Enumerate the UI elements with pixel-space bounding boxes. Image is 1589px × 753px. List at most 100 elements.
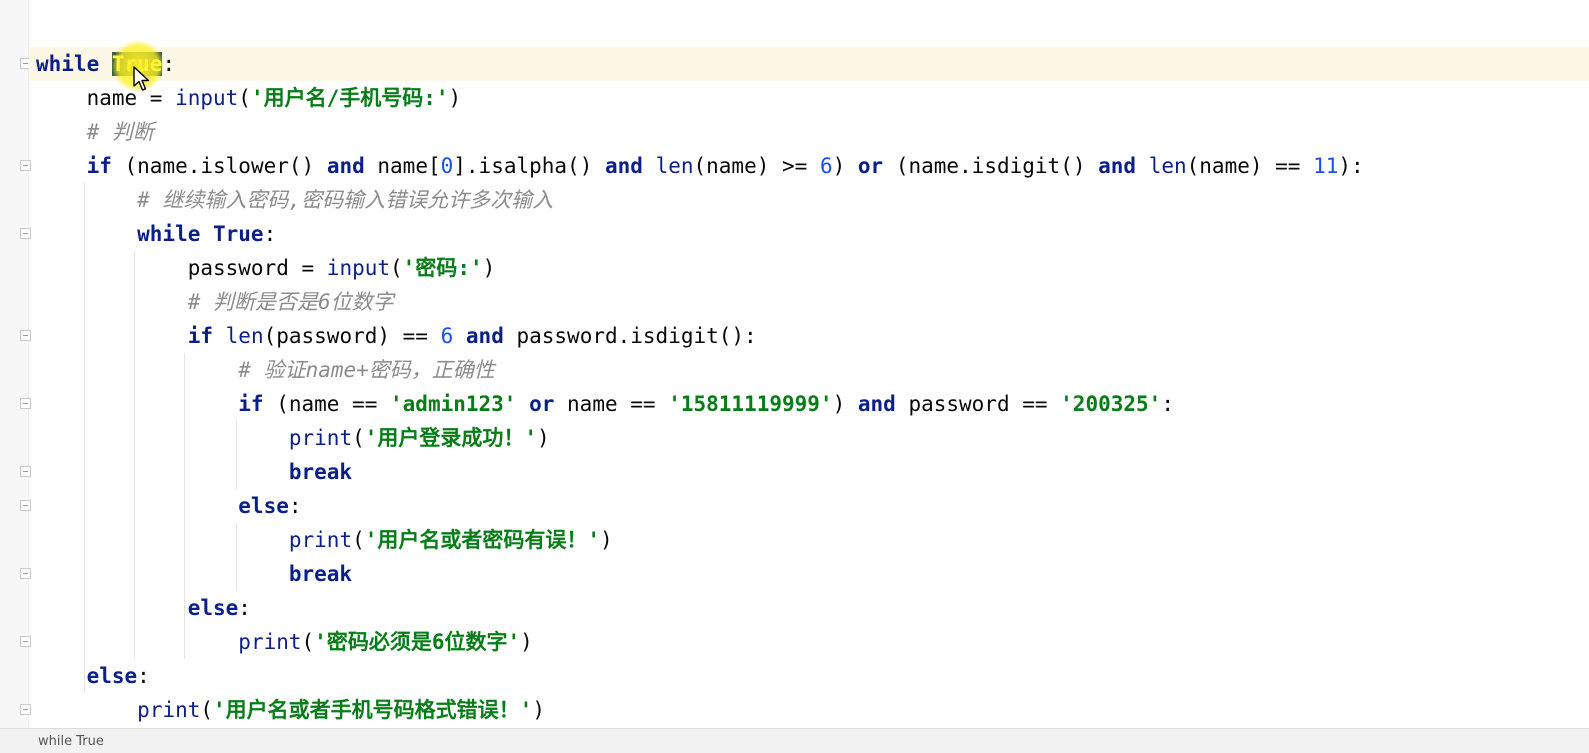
code-line[interactable]: # 判断: [36, 115, 1364, 149]
code-token: len: [225, 324, 264, 348]
code-area[interactable]: while True: name = input('用户名/手机号码:') # …: [36, 47, 1364, 727]
fold-marker-icon[interactable]: [20, 568, 31, 579]
code-token: # 验证name+密码，正确性: [36, 358, 495, 382]
code-token: ): [600, 528, 613, 552]
code-token: :: [137, 664, 150, 688]
code-line[interactable]: else:: [36, 659, 1364, 693]
code-line[interactable]: break: [36, 557, 1364, 591]
code-token: len: [655, 154, 694, 178]
breadcrumb[interactable]: while True: [38, 734, 104, 749]
code-token: :: [1161, 392, 1174, 416]
code-line[interactable]: if (name.islower() and name[0].isalpha()…: [36, 149, 1364, 183]
code-token: '用户名或者密码有误！': [364, 528, 601, 552]
code-token: :: [162, 52, 176, 76]
code-token: print: [288, 426, 353, 450]
code-token: (name.islower(): [124, 154, 327, 178]
code-line[interactable]: while True:: [36, 47, 1364, 81]
code-token: ): [532, 698, 545, 722]
fold-marker-icon[interactable]: [20, 500, 31, 511]
code-token: (name) ==: [1186, 154, 1314, 178]
code-token: and: [857, 392, 909, 416]
code-token: :: [238, 596, 251, 620]
code-token: ): [482, 256, 496, 280]
code-token: else: [36, 494, 289, 518]
code-token: ): [520, 630, 533, 654]
fold-marker-icon[interactable]: [20, 330, 31, 341]
fold-marker-icon[interactable]: [20, 160, 31, 171]
code-token: ): [832, 392, 858, 416]
code-line[interactable]: # 判断是否是6位数字: [36, 285, 1364, 319]
code-token: (name) >=: [693, 154, 820, 178]
code-token: 6: [440, 324, 466, 348]
code-token: break: [36, 562, 353, 586]
code-token: (name.isdigit(): [895, 154, 1099, 178]
code-token: ):: [1338, 154, 1364, 178]
code-token: '用户登录成功！': [364, 426, 538, 450]
code-token: break: [36, 460, 353, 484]
code-token: while: [36, 52, 112, 76]
status-bar: while True: [0, 728, 1589, 753]
code-line[interactable]: break: [36, 455, 1364, 489]
editor-gutter[interactable]: [0, 0, 31, 753]
code-token: password =: [36, 256, 327, 280]
code-token: (: [352, 528, 365, 552]
fold-marker-icon[interactable]: [20, 398, 31, 409]
code-token: # 判断是否是6位数字: [36, 290, 394, 314]
fold-marker-icon[interactable]: [20, 636, 31, 647]
code-line[interactable]: password = input('密码:'): [36, 251, 1364, 285]
code-token: if: [36, 324, 226, 348]
mouse-pointer-icon: [133, 66, 150, 91]
code-token: '用户名/手机号码:': [250, 86, 449, 110]
code-token: (: [200, 698, 214, 722]
code-token: print: [288, 528, 353, 552]
code-token: '200325': [1060, 392, 1162, 416]
code-token: and: [326, 154, 378, 178]
code-line[interactable]: name = input('用户名/手机号码:'): [36, 81, 1364, 115]
code-token: and: [604, 154, 656, 178]
fold-marker-icon[interactable]: [20, 466, 31, 477]
code-token: ): [832, 154, 858, 178]
code-line[interactable]: print('用户名或者密码有误！'): [36, 523, 1364, 557]
code-token: :: [263, 222, 277, 246]
code-token: password ==: [908, 392, 1061, 416]
code-token: else: [36, 664, 138, 688]
fold-marker-icon[interactable]: [20, 228, 31, 239]
code-line[interactable]: else:: [36, 591, 1364, 625]
code-editor[interactable]: while True: name = input('用户名/手机号码:') # …: [0, 0, 1589, 753]
code-line[interactable]: if (name == 'admin123' or name == '15811…: [36, 387, 1364, 421]
code-line[interactable]: if len(password) == 6 and password.isdig…: [36, 319, 1364, 353]
code-token: '密码:': [402, 256, 483, 280]
code-token: input: [326, 256, 391, 280]
code-token: # 继续输入密码,密码输入错误允许多次输入: [36, 188, 554, 212]
code-token: ): [448, 86, 462, 110]
code-token: '密码必须是6位数字': [314, 630, 521, 654]
code-token: 6: [819, 154, 833, 178]
code-token: and: [1098, 154, 1149, 178]
code-line[interactable]: print('用户登录成功！'): [36, 421, 1364, 455]
code-token: len: [1148, 154, 1187, 178]
code-line[interactable]: print('密码必须是6位数字'): [36, 625, 1364, 659]
code-token: and: [465, 324, 517, 348]
code-token: '用户名或者手机号码格式错误！': [213, 698, 533, 722]
code-line[interactable]: while True:: [36, 217, 1364, 251]
code-token: 11: [1313, 154, 1339, 178]
code-token: '15811119999': [668, 392, 833, 416]
code-token: print: [137, 698, 201, 722]
code-token: or: [529, 392, 568, 416]
code-token: name[: [377, 154, 441, 178]
code-token: # 判断: [36, 120, 154, 144]
code-token: (password) ==: [263, 324, 441, 348]
code-token: ): [537, 426, 550, 450]
code-token: while True: [36, 222, 264, 246]
fold-marker-icon[interactable]: [20, 704, 31, 715]
code-line[interactable]: else:: [36, 489, 1364, 523]
code-token: else: [36, 596, 239, 620]
code-line[interactable]: print('用户名或者手机号码格式错误！'): [36, 693, 1364, 727]
code-token: if: [36, 392, 277, 416]
code-line[interactable]: # 继续输入密码,密码输入错误允许多次输入: [36, 183, 1364, 217]
code-token: ].isalpha(): [453, 154, 605, 178]
code-line[interactable]: # 验证name+密码，正确性: [36, 353, 1364, 387]
